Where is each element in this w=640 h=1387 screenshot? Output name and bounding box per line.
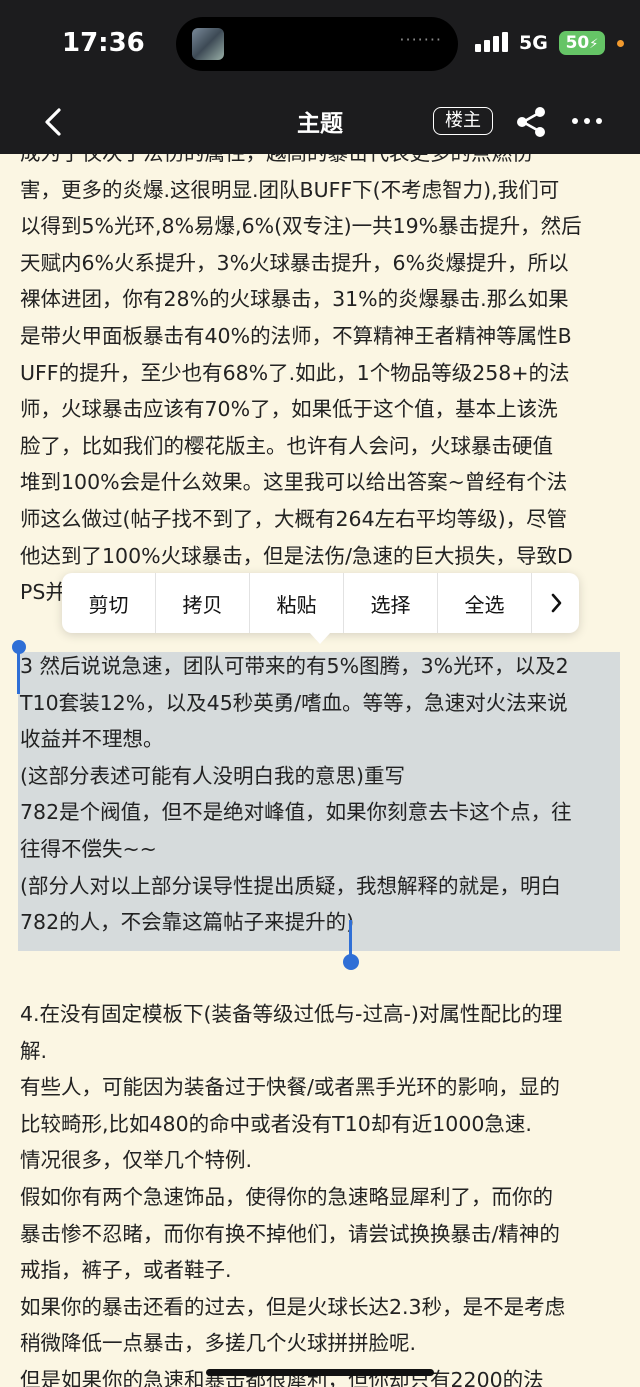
post-text-line: 他达到了100%火球暴击，但是法伤/急速的巨大损失，导致D	[20, 543, 573, 568]
selected-text-line: 782的人，不会靠这篇帖子来提升的)	[20, 910, 355, 935]
network-type: 5G	[519, 32, 548, 54]
post-text-line: 裸体进团，你有28%的火球暴击，31%的炎爆暴击.那么如果	[20, 287, 569, 312]
selection-end-handle[interactable]	[343, 954, 359, 970]
op-only-toggle[interactable]: 楼主	[433, 107, 493, 135]
post-content[interactable]: 成为了仅次于法伤的属性，越高的暴击代表更多的点燃伤害，更多的炎爆.这很明显.团队…	[0, 154, 640, 1387]
post-text-line: 天赋内6%火系提升，3%火球暴击提升，6%炎爆提升，所以	[20, 250, 569, 275]
status-time: 17:36	[62, 28, 145, 58]
selection-start-handle[interactable]	[12, 640, 26, 654]
battery-indicator: 50⚡	[559, 31, 605, 55]
menu-select[interactable]: 选择	[344, 573, 438, 633]
post-text-line: 堆到100%会是什么效果。这里我可以给出答案~曾经有个法	[20, 470, 568, 495]
now-playing-thumbnail	[192, 28, 224, 60]
post-text-line: 脸了，比如我们的樱花版主。也许有人会问，火球暴击硬值	[20, 433, 553, 458]
post-text-line: 成为了仅次于法伤的属性，越高的暴击代表更多的点燃伤	[20, 154, 625, 172]
post-paragraph-lower: 4.在没有固定模板下(装备等级过低与-过高-)对属性配比的理 解. 有些人，可能因为…	[20, 996, 625, 1387]
share-icon	[517, 107, 545, 137]
dynamic-island[interactable]: ·······	[176, 17, 458, 71]
share-button[interactable]	[514, 106, 548, 138]
privacy-indicator-dot	[617, 40, 624, 47]
home-indicator[interactable]	[206, 1369, 434, 1376]
post-text-line: 比较畸形,比如480的命中或者没有T10却有近1000急速.	[20, 1111, 532, 1136]
more-icon	[572, 118, 602, 124]
post-text-line: 是带火甲面板暴击有40%的法师，不算精神王者精神等属性B	[20, 323, 572, 348]
menu-select-all[interactable]: 全选	[438, 573, 532, 633]
post-text-line: 有些人，可能因为装备过于快餐/或者黑手光环的影响，显的	[20, 1075, 560, 1100]
status-bar: 17:36 ······· 5G 50⚡	[0, 0, 640, 90]
selected-text-line: 3 然后说说急速，团队可带来的有5%图腾，3%光环，以及2	[20, 654, 569, 678]
chevron-left-icon	[45, 108, 61, 136]
post-text-line: 师，火球暴击应该有70%了，如果低于这个值，基本上该洗	[20, 397, 558, 422]
post-text-line: 如果你的暴击还看的过去，但是火球长达2.3秒，是不是考虑	[20, 1294, 566, 1319]
selected-text-line: 782是个阀值，但不是绝对峰值，如果你刻意去卡这个点，往	[20, 800, 572, 825]
menu-next-button[interactable]	[532, 573, 579, 633]
cellular-signal-icon	[475, 32, 509, 52]
post-text-line: 以得到5%光环,8%易爆,6%(双专注)一共19%暴击提升，然后	[20, 214, 582, 239]
selected-text-line: 收益并不理想。	[20, 727, 164, 752]
selected-text-line: (这部分表述可能有人没明白我的意思)重写	[20, 763, 405, 788]
menu-cut[interactable]: 剪切	[62, 573, 156, 633]
post-text-line: 戒指，裤子，或者鞋子.	[20, 1258, 232, 1283]
post-paragraph-selected[interactable]: 3 然后说说急速，团队可带来的有5%图腾，3%光环，以及2 T10套装12%，以及…	[20, 648, 625, 941]
charging-bolt-icon: ⚡	[589, 37, 599, 52]
selection-end-cursor[interactable]	[349, 920, 352, 958]
post-paragraph-upper: 成为了仅次于法伤的属性，越高的暴击代表更多的点燃伤害，更多的炎爆.这很明显.团队…	[20, 154, 625, 611]
post-text-line: 假如你有两个急速饰品，使得你的急速略显犀利了，而你的	[20, 1184, 553, 1209]
text-edit-menu: 剪切 拷贝 粘贴 选择 全选	[62, 573, 579, 633]
chevron-right-icon	[551, 593, 561, 613]
post-text-line: 暴击惨不忍睹，而你有换不掉他们，请尝试换换暴击/精神的	[20, 1221, 560, 1246]
menu-pointer	[309, 632, 331, 644]
post-text-line: 解.	[20, 1038, 48, 1063]
audio-waveform-icon: ·······	[399, 30, 442, 49]
selected-text-line: 往得不偿失~~	[20, 836, 157, 861]
back-button[interactable]	[40, 106, 70, 138]
selected-text-line: T10套装12%，以及45秒英勇/嗜血。等等，急速对火法来说	[20, 690, 568, 715]
selected-text-line: (部分人对以上部分误导性提出质疑，我想解释的就是，明白	[20, 873, 561, 898]
post-text-line: 稍微降低一点暴击，多搓几个火球拼拼脸呢.	[20, 1331, 417, 1356]
menu-copy[interactable]: 拷贝	[156, 573, 250, 633]
menu-paste[interactable]: 粘贴	[250, 573, 344, 633]
post-text-line: 4.在没有固定模板下(装备等级过低与-过高-)对属性配比的理	[20, 1002, 563, 1026]
post-text-line: UFF的提升，至少也有68%了.如此，1个物品等级258+的法	[20, 360, 570, 385]
more-button[interactable]	[571, 109, 603, 133]
post-text-line: 师这么做过(帖子找不到了，大概有264左右平均等级)，尽管	[20, 506, 568, 531]
post-text-line: 害，更多的炎爆.这很明显.团队BUFF下(不考虑智力),我们可	[20, 177, 560, 202]
battery-level: 50	[565, 33, 590, 53]
post-text-line: 情况很多，仅举几个特例.	[20, 1148, 253, 1173]
